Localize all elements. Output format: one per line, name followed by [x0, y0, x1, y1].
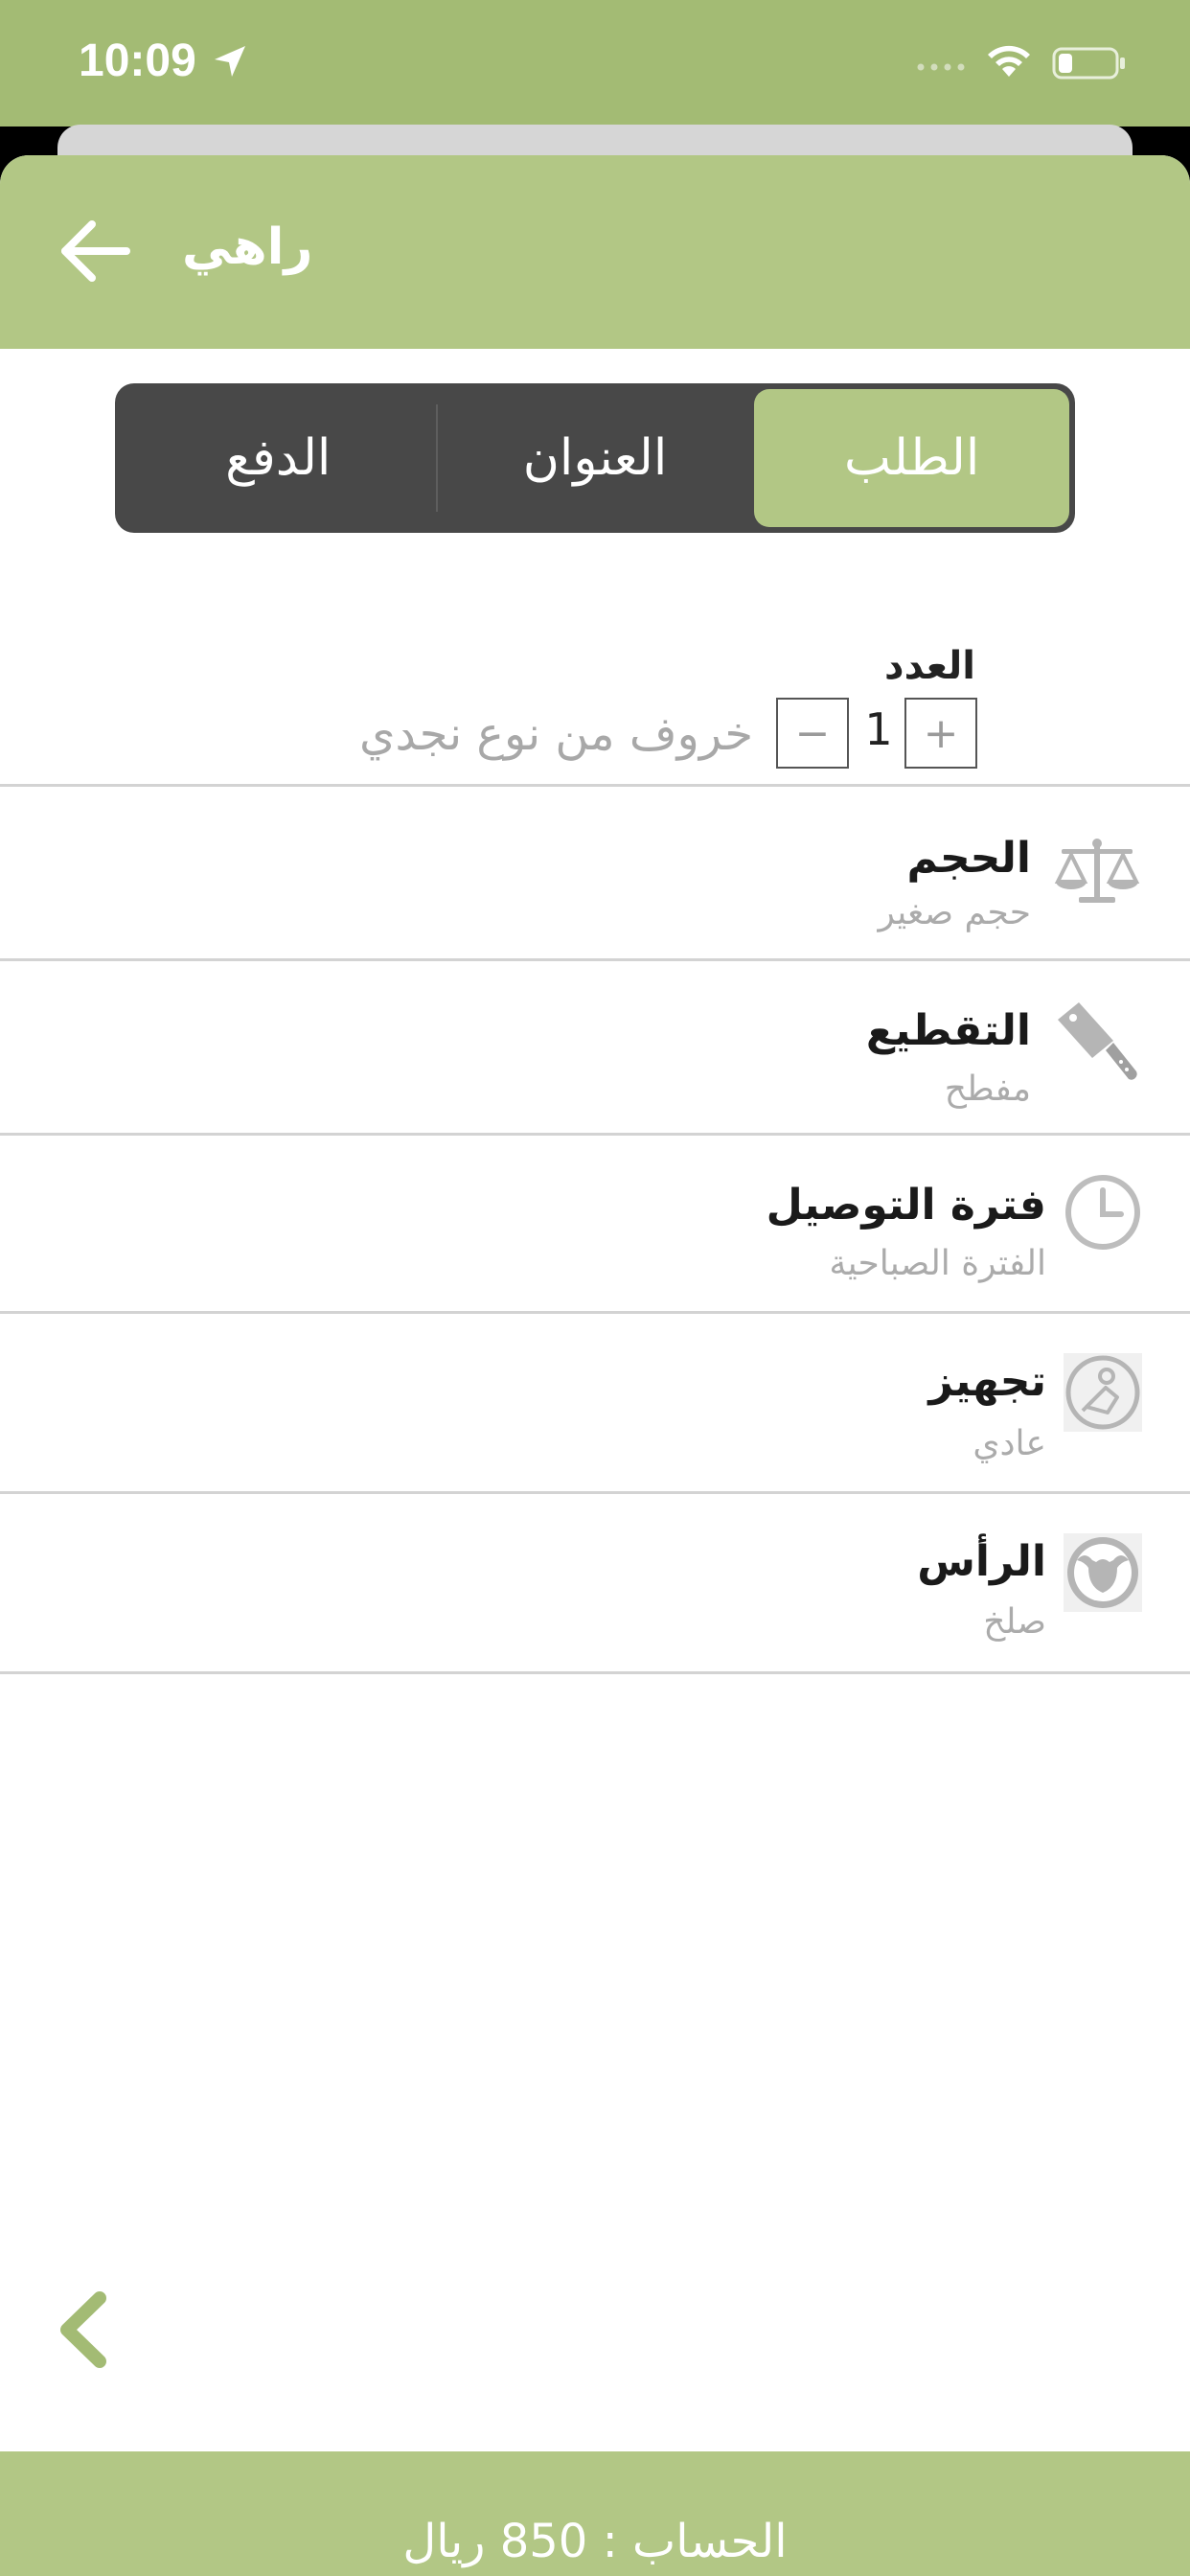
option-preparation[interactable]: تجهيز عادي [0, 1315, 1190, 1493]
divider [0, 1671, 1190, 1674]
cellular-signal-icon [917, 63, 965, 71]
divider [0, 1133, 1190, 1136]
option-title: التقطيع [865, 1006, 1031, 1055]
page-title: راهي [182, 218, 313, 276]
previous-chevron-icon[interactable] [54, 2290, 111, 2369]
option-value: عادي [973, 1424, 1046, 1463]
option-value: مفطح [944, 1070, 1031, 1109]
decrement-button[interactable]: − [776, 698, 849, 769]
divider [0, 958, 1190, 961]
total-bar: الحساب : 850 ريال [0, 2451, 1190, 2576]
tab-payment[interactable]: الدفع [121, 389, 436, 527]
option-size[interactable]: الحجم حجم صغير [0, 788, 1190, 960]
divider [0, 1311, 1190, 1314]
option-value: الفترة الصباحية [829, 1244, 1046, 1283]
animal-head-icon [1064, 1533, 1142, 1612]
tab-order[interactable]: الطلب [754, 389, 1069, 527]
option-value: حجم صغير [878, 893, 1031, 932]
order-steps-tabs: الطلب العنوان الدفع [115, 383, 1075, 533]
option-title: فترة التوصيل [766, 1181, 1046, 1230]
clock-icon [1065, 1175, 1140, 1250]
scale-icon [1054, 839, 1140, 903]
tab-address[interactable]: العنوان [438, 389, 753, 527]
battery-icon [1052, 47, 1125, 80]
status-time: 10:09 [79, 35, 196, 86]
back-arrow-icon[interactable] [59, 217, 132, 286]
option-title: الحجم [906, 834, 1031, 883]
quantity-value: 1 [864, 703, 893, 755]
product-name: خروف من نوع نجدي [358, 707, 753, 761]
option-value: صلخ [983, 1602, 1046, 1642]
option-head[interactable]: الرأس صلخ [0, 1495, 1190, 1673]
screen: 10:09 راهي الطلب العنوان الدفع العدد + 1… [0, 0, 1190, 2576]
header-bar: راهي [0, 155, 1190, 349]
status-bar: 10:09 [0, 0, 1190, 126]
quantity-label: العدد [884, 644, 975, 688]
order-sheet: راهي الطلب العنوان الدفع العدد + 1 − خرو… [0, 155, 1190, 2576]
option-title: الرأس [917, 1537, 1046, 1586]
divider [0, 1491, 1190, 1494]
wifi-icon [988, 45, 1030, 77]
total-amount: الحساب : 850 ريال [402, 2515, 788, 2568]
increment-button[interactable]: + [904, 698, 977, 769]
divider [0, 784, 1190, 787]
option-title: تجهيز [928, 1357, 1046, 1406]
location-arrow-icon [215, 46, 245, 77]
option-delivery-period[interactable]: فترة التوصيل الفترة الصباحية [0, 1137, 1190, 1313]
chef-icon [1064, 1353, 1142, 1432]
cleaver-icon [1058, 1002, 1137, 1080]
option-cutting[interactable]: التقطيع مفطح [0, 962, 1190, 1135]
